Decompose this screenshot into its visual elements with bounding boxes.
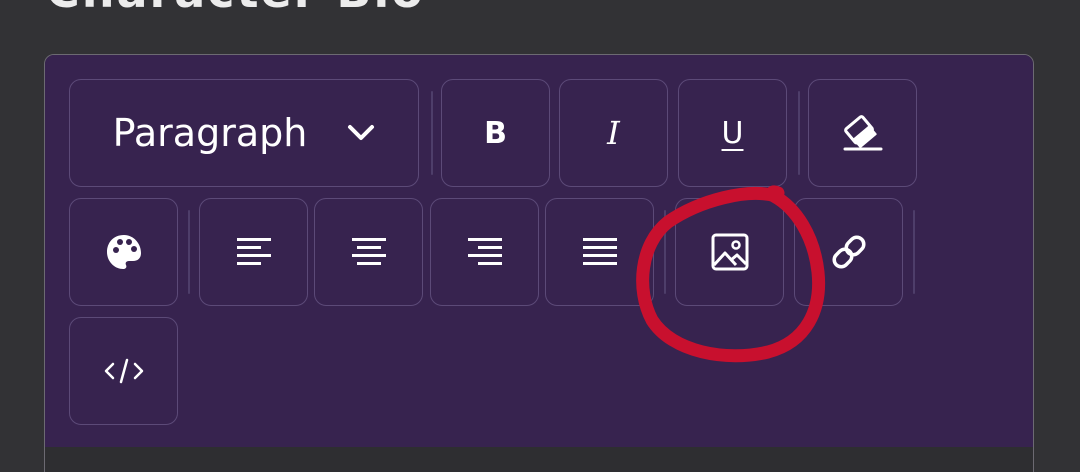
- toolbar-divider: [664, 210, 666, 294]
- toolbar-divider: [188, 210, 190, 294]
- eraser-icon: [841, 113, 885, 153]
- align-center-button[interactable]: [314, 198, 423, 306]
- image-icon: [710, 232, 750, 272]
- align-justify-button[interactable]: [545, 198, 654, 306]
- align-right-icon: [467, 236, 503, 268]
- italic-button[interactable]: I: [559, 79, 668, 187]
- insert-image-button[interactable]: [675, 198, 784, 306]
- bold-label: B: [484, 115, 507, 151]
- palette-icon: [104, 232, 144, 272]
- text-color-button[interactable]: [69, 198, 178, 306]
- align-justify-icon: [582, 236, 618, 268]
- clear-format-button[interactable]: [808, 79, 917, 187]
- underline-label: U: [721, 115, 744, 151]
- code-icon: [103, 357, 145, 385]
- align-right-button[interactable]: [430, 198, 539, 306]
- toolbar-divider: [431, 91, 433, 175]
- format-select-value: Paragraph: [112, 111, 308, 155]
- insert-link-button[interactable]: [794, 198, 903, 306]
- italic-label: I: [607, 114, 620, 152]
- section-title: Character Bio: [46, 0, 425, 14]
- underline-button[interactable]: U: [678, 79, 787, 187]
- bold-button[interactable]: B: [441, 79, 550, 187]
- format-select[interactable]: Paragraph: [69, 79, 419, 187]
- editor-toolbar: Paragraph B I U: [45, 55, 1033, 447]
- link-icon: [829, 232, 869, 272]
- chevron-down-icon: [347, 124, 375, 142]
- rich-text-editor: Paragraph B I U: [44, 54, 1034, 472]
- toolbar-divider: [798, 91, 800, 175]
- align-left-icon: [236, 236, 272, 268]
- code-view-button[interactable]: [69, 317, 178, 425]
- page: Character Bio Paragraph B I U: [0, 0, 1080, 472]
- toolbar-divider: [913, 210, 915, 294]
- align-left-button[interactable]: [199, 198, 308, 306]
- align-center-icon: [351, 236, 387, 268]
